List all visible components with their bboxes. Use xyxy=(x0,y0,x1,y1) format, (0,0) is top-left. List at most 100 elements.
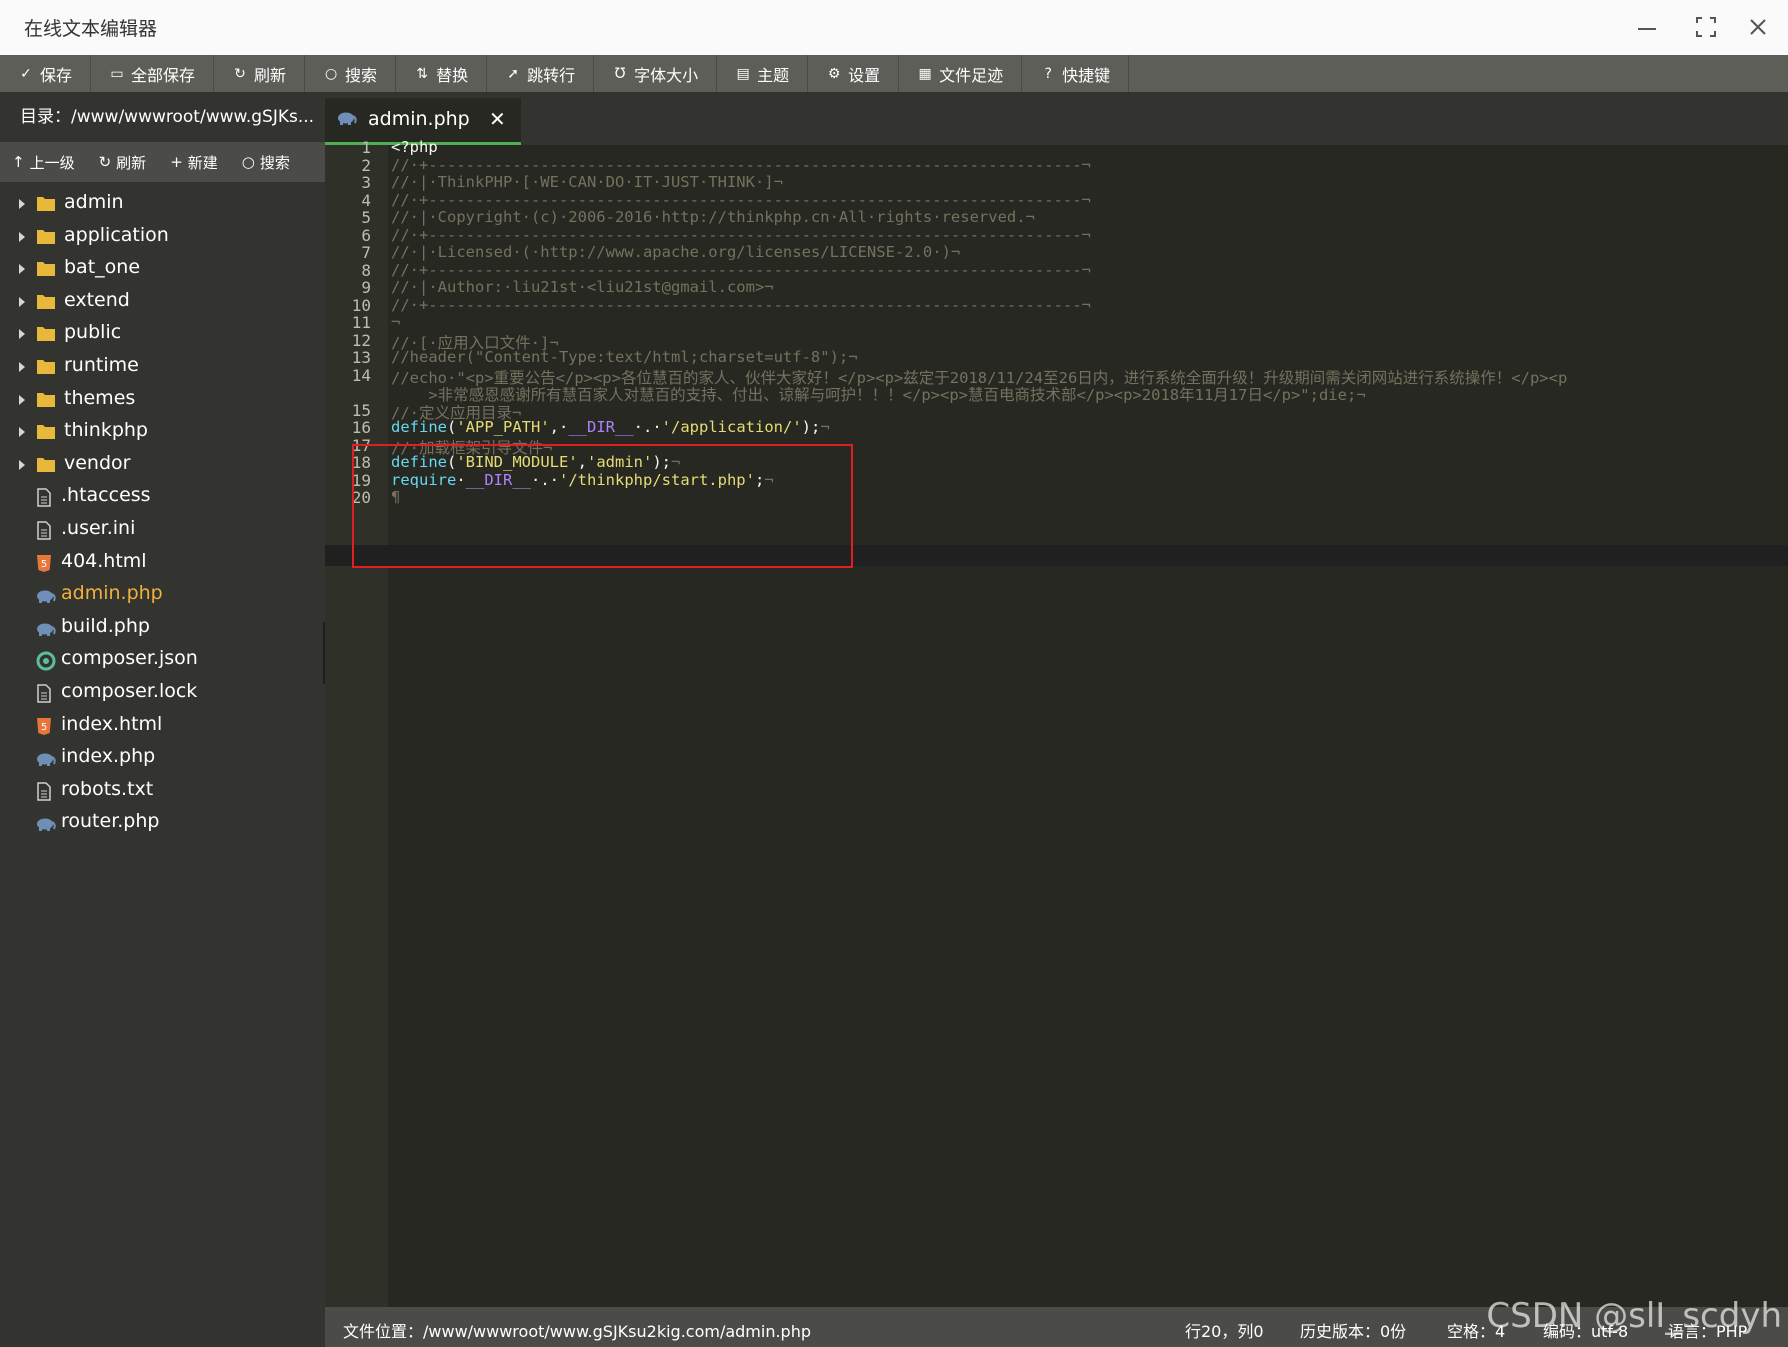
line-number: 16 xyxy=(351,418,371,437)
caret-right-icon[interactable] xyxy=(19,264,25,275)
file-item[interactable]: 5 404.html xyxy=(0,546,325,579)
text-file-icon xyxy=(36,684,56,703)
toolbar-button-shortcut[interactable]: ? 快捷键 xyxy=(1022,55,1130,92)
toolbar-button-settings[interactable]: ⚙ 设置 xyxy=(808,55,900,92)
caret-right-icon[interactable] xyxy=(19,329,25,340)
tree-item-label: bat_one xyxy=(64,256,141,279)
history-versions[interactable]: 历史版本：0份 xyxy=(1300,1318,1406,1342)
sidebar-tool-up-arrow[interactable]: ↑ 上一级 xyxy=(0,152,87,173)
caret-right-icon[interactable] xyxy=(19,394,25,405)
close-tab-icon[interactable]: ✕ xyxy=(489,107,506,131)
toolbar-button-refresh[interactable]: ↻ 刷新 xyxy=(214,55,306,92)
line-number: 7 xyxy=(361,243,371,262)
file-item[interactable]: robots.txt xyxy=(0,774,325,807)
file-item[interactable]: build.php xyxy=(0,611,325,644)
code-token: ¬ xyxy=(391,313,401,331)
watermark: CSDN @slI_scdyh xyxy=(1486,1296,1782,1336)
code-token: //·+------------------------------------… xyxy=(391,295,1091,314)
folder-icon xyxy=(36,293,56,310)
minimize-button[interactable] xyxy=(1629,10,1665,44)
file-item[interactable]: index.php xyxy=(0,741,325,774)
sidebar-tool-plus[interactable]: + 新建 xyxy=(158,152,230,173)
theme-icon: ▤ xyxy=(736,65,750,82)
toolbar-label: 快捷键 xyxy=(1062,65,1111,85)
caret-right-icon[interactable] xyxy=(19,427,25,438)
caret-right-icon[interactable] xyxy=(19,361,25,372)
folder-item[interactable]: public xyxy=(0,317,325,350)
file-item[interactable]: composer.lock xyxy=(0,676,325,709)
code-line: //·|·Licensed·(·http://www.apache.org/li… xyxy=(391,243,960,261)
file-item[interactable]: .htaccess xyxy=(0,480,325,513)
line-number: 10 xyxy=(351,295,371,315)
current-directory: 目录：/www/wwwroot/www.gSJKs... xyxy=(20,107,315,127)
cursor-position: 行20，列0 xyxy=(1185,1322,1264,1341)
code-token: >非常感恩感谢所有慧百家人对慧百的支持、付出、谅解与呵护！！！</p><p>慧百… xyxy=(391,386,1366,404)
code-token: 'APP_PATH' xyxy=(456,418,550,436)
code-token: //·|·Licensed·(·http://www.apache.org/li… xyxy=(391,243,961,261)
folder-item[interactable]: bat_one xyxy=(0,252,325,285)
plus-icon: + xyxy=(170,153,183,171)
json-icon xyxy=(36,651,56,671)
code-token: //header("Content-Type:text/html;charset… xyxy=(391,348,858,366)
toolbar-button-font-size[interactable]: Ʊ 字体大小 xyxy=(594,55,718,92)
tree-item-label: robots.txt xyxy=(61,777,154,800)
font-size-icon: Ʊ xyxy=(614,65,626,82)
toolbar-button-file-history[interactable]: ▦ 文件足迹 xyxy=(899,55,1023,92)
tree-item-label: vendor xyxy=(64,451,131,474)
code-editor[interactable] xyxy=(388,145,1788,1307)
caret-right-icon[interactable] xyxy=(19,296,25,307)
code-token: ); xyxy=(801,418,821,436)
folder-item[interactable]: admin xyxy=(0,187,325,220)
line-number: 13 xyxy=(351,348,371,367)
maximize-button[interactable] xyxy=(1688,10,1724,44)
caret-right-icon[interactable] xyxy=(19,199,25,209)
folder-item[interactable]: extend xyxy=(0,285,325,318)
tree-item-label: admin.php xyxy=(61,582,163,605)
toolbar-button-goto-line[interactable]: ➚ 跳转行 xyxy=(487,55,595,92)
file-item[interactable]: composer.json xyxy=(0,643,325,676)
file-item[interactable]: router.php xyxy=(0,806,325,839)
folder-icon xyxy=(36,456,56,473)
toolbar-button-search[interactable]: ○ 搜索 xyxy=(305,55,397,92)
maximize-icon xyxy=(1696,17,1716,37)
tree-item-label: build.php xyxy=(61,614,150,637)
line-number: 15 xyxy=(351,400,371,420)
sidebar-tool-search[interactable]: ○ 搜索 xyxy=(230,152,302,173)
folder-item[interactable]: runtime xyxy=(0,350,325,383)
folder-item[interactable]: vendor xyxy=(0,448,325,481)
close-window-button[interactable] xyxy=(1740,10,1776,44)
folder-icon xyxy=(36,325,56,342)
folder-icon xyxy=(36,195,56,212)
annotation-highlight-box xyxy=(352,444,853,568)
text-file-icon xyxy=(36,781,56,801)
line-number: 5 xyxy=(361,208,371,227)
window-title: 在线文本编辑器 xyxy=(24,18,158,40)
toolbar-button-theme[interactable]: ▤ 主题 xyxy=(717,55,809,92)
toolbar-label: 全部保存 xyxy=(131,65,196,85)
code-token: __DIR__ xyxy=(568,418,634,436)
folder-item[interactable]: thinkphp xyxy=(0,415,325,448)
folder-icon xyxy=(36,358,56,375)
sidebar-tool-refresh[interactable]: ↻ 刷新 xyxy=(87,152,159,173)
close-icon xyxy=(1750,19,1766,35)
line-number: 3 xyxy=(361,173,371,192)
html5-icon: 5 xyxy=(36,554,56,572)
folder-item[interactable]: application xyxy=(0,220,325,253)
folder-icon xyxy=(36,391,56,408)
file-tree: admin application bat_oneextend public runti… xyxy=(0,187,325,839)
file-item[interactable]: .user.ini xyxy=(0,513,325,546)
toolbar-button-save-all[interactable]: ▭ 全部保存 xyxy=(91,55,215,92)
replace-icon: ⇅ xyxy=(416,65,428,82)
code-line: ¬ xyxy=(391,313,400,331)
file-item[interactable]: 5 index.html xyxy=(0,709,325,742)
folder-item[interactable]: themes xyxy=(0,383,325,416)
caret-right-icon[interactable] xyxy=(19,231,25,242)
toolbar-button-replace[interactable]: ⇅ 替换 xyxy=(396,55,488,92)
toolbar-button-save[interactable]: ✓ 保存 xyxy=(0,55,92,92)
toolbar-label: 文件足迹 xyxy=(939,65,1004,85)
code-line: //·|·Author:·liu21st·<liu21st@gmail.com>… xyxy=(391,278,774,296)
caret-right-icon[interactable] xyxy=(19,459,25,470)
file-item[interactable]: admin.php xyxy=(0,578,325,611)
code-line: <?php xyxy=(391,138,438,156)
php-elephant-icon xyxy=(36,749,56,767)
